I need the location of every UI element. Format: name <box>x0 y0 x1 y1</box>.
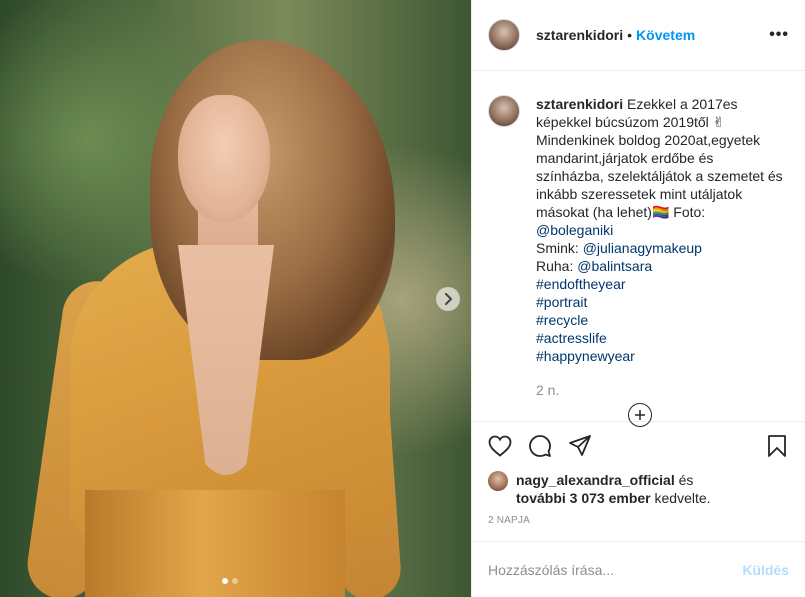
caption-line: képekkel búcsúzom 2019től ✌ <box>536 114 725 130</box>
comments-area: sztarenkidori Ezekkel a 2017es képekkel … <box>472 71 805 427</box>
outfit-label: Ruha: <box>536 258 578 274</box>
hashtag-link[interactable]: #happynewyear <box>536 347 783 365</box>
carousel-indicator <box>222 578 238 584</box>
post-comment-button[interactable]: Küldés <box>742 562 789 578</box>
likes-suffix: kedvelte. <box>650 490 711 506</box>
post-photo[interactable] <box>0 0 471 597</box>
bookmark-icon <box>768 434 786 457</box>
likes-summary: nagy_alexandra_official és további 3 073… <box>472 469 805 509</box>
hashtag-link[interactable]: #recycle <box>536 311 783 329</box>
comment-input[interactable] <box>488 561 743 578</box>
caption-line: inkább szeressetek mint utáljatok <box>536 186 743 202</box>
makeup-label: Smink: <box>536 240 583 256</box>
caption-line: színházba, szelektáljátok a szemetet és <box>536 168 783 184</box>
caption-avatar[interactable] <box>488 95 520 127</box>
post-caption: sztarenkidori Ezekkel a 2017es képekkel … <box>488 95 789 399</box>
hashtag-link[interactable]: #actresslife <box>536 329 783 347</box>
hashtag-link[interactable]: #endoftheyear <box>536 275 783 293</box>
post-sidebar: sztarenkidori • Követem ••• sztarenkidor… <box>471 0 805 597</box>
carousel-dot <box>222 578 228 584</box>
share-icon <box>569 434 591 456</box>
follow-button[interactable]: Követem <box>636 27 695 43</box>
caption-body: sztarenkidori Ezekkel a 2017es képekkel … <box>536 95 783 399</box>
caption-line: Mindenkinek boldog 2020at,egyetek <box>536 132 761 148</box>
post-header: sztarenkidori • Követem ••• <box>472 0 805 71</box>
separator-dot: • <box>627 27 633 43</box>
avatar[interactable] <box>488 19 520 51</box>
mention-link[interactable]: @julianagymakeup <box>583 240 702 256</box>
share-button[interactable] <box>568 434 592 458</box>
liker-avatar[interactable] <box>488 471 508 491</box>
save-button[interactable] <box>765 434 789 458</box>
like-button[interactable] <box>488 434 512 458</box>
liker-username[interactable]: nagy_alexandra_official <box>516 472 675 488</box>
more-options-icon[interactable]: ••• <box>769 26 789 44</box>
likes-conjunction: és <box>674 472 694 488</box>
next-photo-button[interactable] <box>436 287 460 311</box>
carousel-dot <box>232 578 238 584</box>
header-username[interactable]: sztarenkidori <box>536 27 623 43</box>
caption-username[interactable]: sztarenkidori <box>536 96 623 112</box>
chevron-right-icon <box>445 293 452 305</box>
post-dialog: sztarenkidori • Követem ••• sztarenkidor… <box>0 0 805 597</box>
plus-circle-icon <box>635 410 645 420</box>
caption-line: Ezekkel a 2017es <box>627 96 738 112</box>
action-bar <box>472 421 805 469</box>
mention-link[interactable]: @balintsara <box>577 258 652 274</box>
hashtag-link[interactable]: #portrait <box>536 293 783 311</box>
load-more-comments-button[interactable] <box>628 403 652 427</box>
add-comment-form: Küldés <box>472 541 805 597</box>
caption-line: mandarint,járjatok erdőbe és <box>536 150 714 166</box>
caption-time[interactable]: 2 n. <box>536 381 783 399</box>
mention-link[interactable]: @boleganiki <box>536 221 783 239</box>
caption-line: másokat (ha lehet)🏳️‍🌈 Foto: <box>536 204 706 220</box>
likes-count-link[interactable]: további 3 073 ember <box>516 490 651 506</box>
comment-icon <box>529 434 551 457</box>
post-timestamp: 2 napja <box>488 515 530 526</box>
heart-icon <box>488 435 512 457</box>
comment-button[interactable] <box>528 434 552 458</box>
